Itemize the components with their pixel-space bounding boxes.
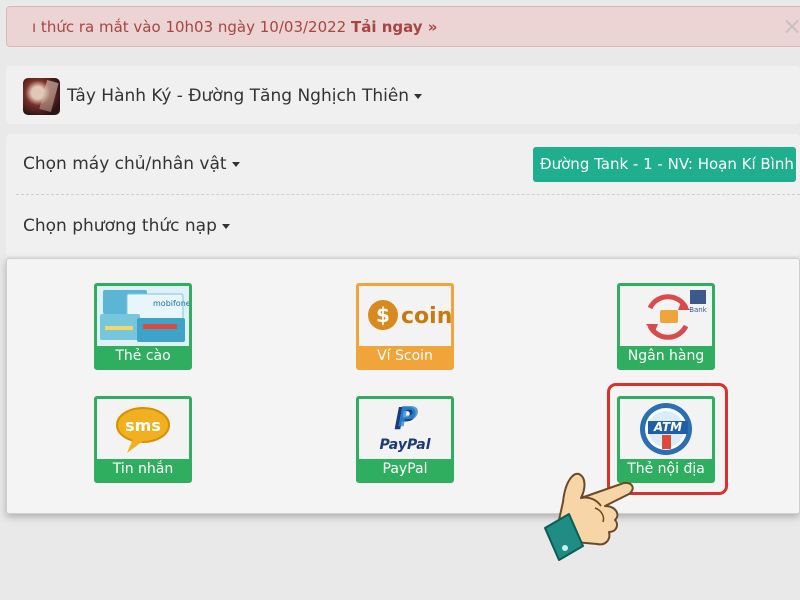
scoin-icon: $ coin <box>359 286 451 346</box>
bank-transfer-icon: Bank <box>620 286 712 346</box>
game-title: Tây Hành Ký - Đường Tăng Nghịch Thiên <box>67 86 410 106</box>
game-logo <box>23 78 60 115</box>
selection-panel: Chọn máy chủ/nhân vật Đường Tank - 1 - N… <box>6 134 800 256</box>
server-select[interactable]: Chọn máy chủ/nhân vật <box>23 154 240 174</box>
scoin-logo-text: coin <box>401 304 451 329</box>
svg-text:P: P <box>398 400 419 433</box>
method-paypal[interactable]: P P PayPal PayPal <box>356 396 454 483</box>
sms-icon: sms <box>97 399 189 459</box>
method-label: Ngân hàng <box>620 346 712 367</box>
mobifone-logo-text: mobifone <box>153 299 189 308</box>
banner-text: ı thức ra mắt vào 10h03 ngày 10/03/2022 … <box>32 18 437 36</box>
method-label: Thẻ cào <box>97 346 189 367</box>
svg-text:$: $ <box>376 303 390 327</box>
method-scratch-card[interactable]: mobifone Thẻ cào <box>94 283 192 370</box>
method-bank[interactable]: Bank Ngân hàng <box>617 283 715 370</box>
caret-down-icon <box>221 223 230 229</box>
method-sms[interactable]: sms Tin nhắn <box>94 396 192 483</box>
payment-method-label: Chọn phương thức nạp <box>23 216 217 236</box>
scratch-card-icon: mobifone <box>97 286 189 346</box>
method-label: Tin nhắn <box>97 459 189 480</box>
bank-logo-text: Bank <box>689 306 708 314</box>
caret-down-icon <box>414 93 423 99</box>
game-panel: Tây Hành Ký - Đường Tăng Nghịch Thiên <box>6 66 800 124</box>
caret-down-icon <box>231 161 240 167</box>
method-label: PayPal <box>359 459 451 480</box>
paypal-logo-text: PayPal <box>379 437 430 453</box>
close-icon[interactable]: × <box>782 11 800 41</box>
download-link[interactable]: Tải ngay » <box>351 18 437 36</box>
method-label: Ví Scoin <box>359 346 451 367</box>
payment-method-select[interactable]: Chọn phương thức nạp <box>23 216 230 236</box>
notification-banner: ı thức ra mắt vào 10h03 ngày 10/03/2022 … <box>6 6 800 47</box>
game-select[interactable]: Tây Hành Ký - Đường Tăng Nghịch Thiên <box>67 86 423 106</box>
server-label: Chọn máy chủ/nhân vật <box>23 154 227 174</box>
method-scoin-wallet[interactable]: $ coin Ví Scoin <box>356 283 454 370</box>
pointing-hand-icon <box>544 472 634 561</box>
divider <box>16 194 800 195</box>
selected-server-button[interactable]: Đường Tank - 1 - NV: Hoạn Kí Bình <box>533 147 796 182</box>
paypal-icon: P P PayPal <box>359 399 451 459</box>
banner-message: ı thức ra mắt vào 10h03 ngày 10/03/2022 <box>32 18 351 36</box>
sms-logo-text: sms <box>125 416 161 435</box>
